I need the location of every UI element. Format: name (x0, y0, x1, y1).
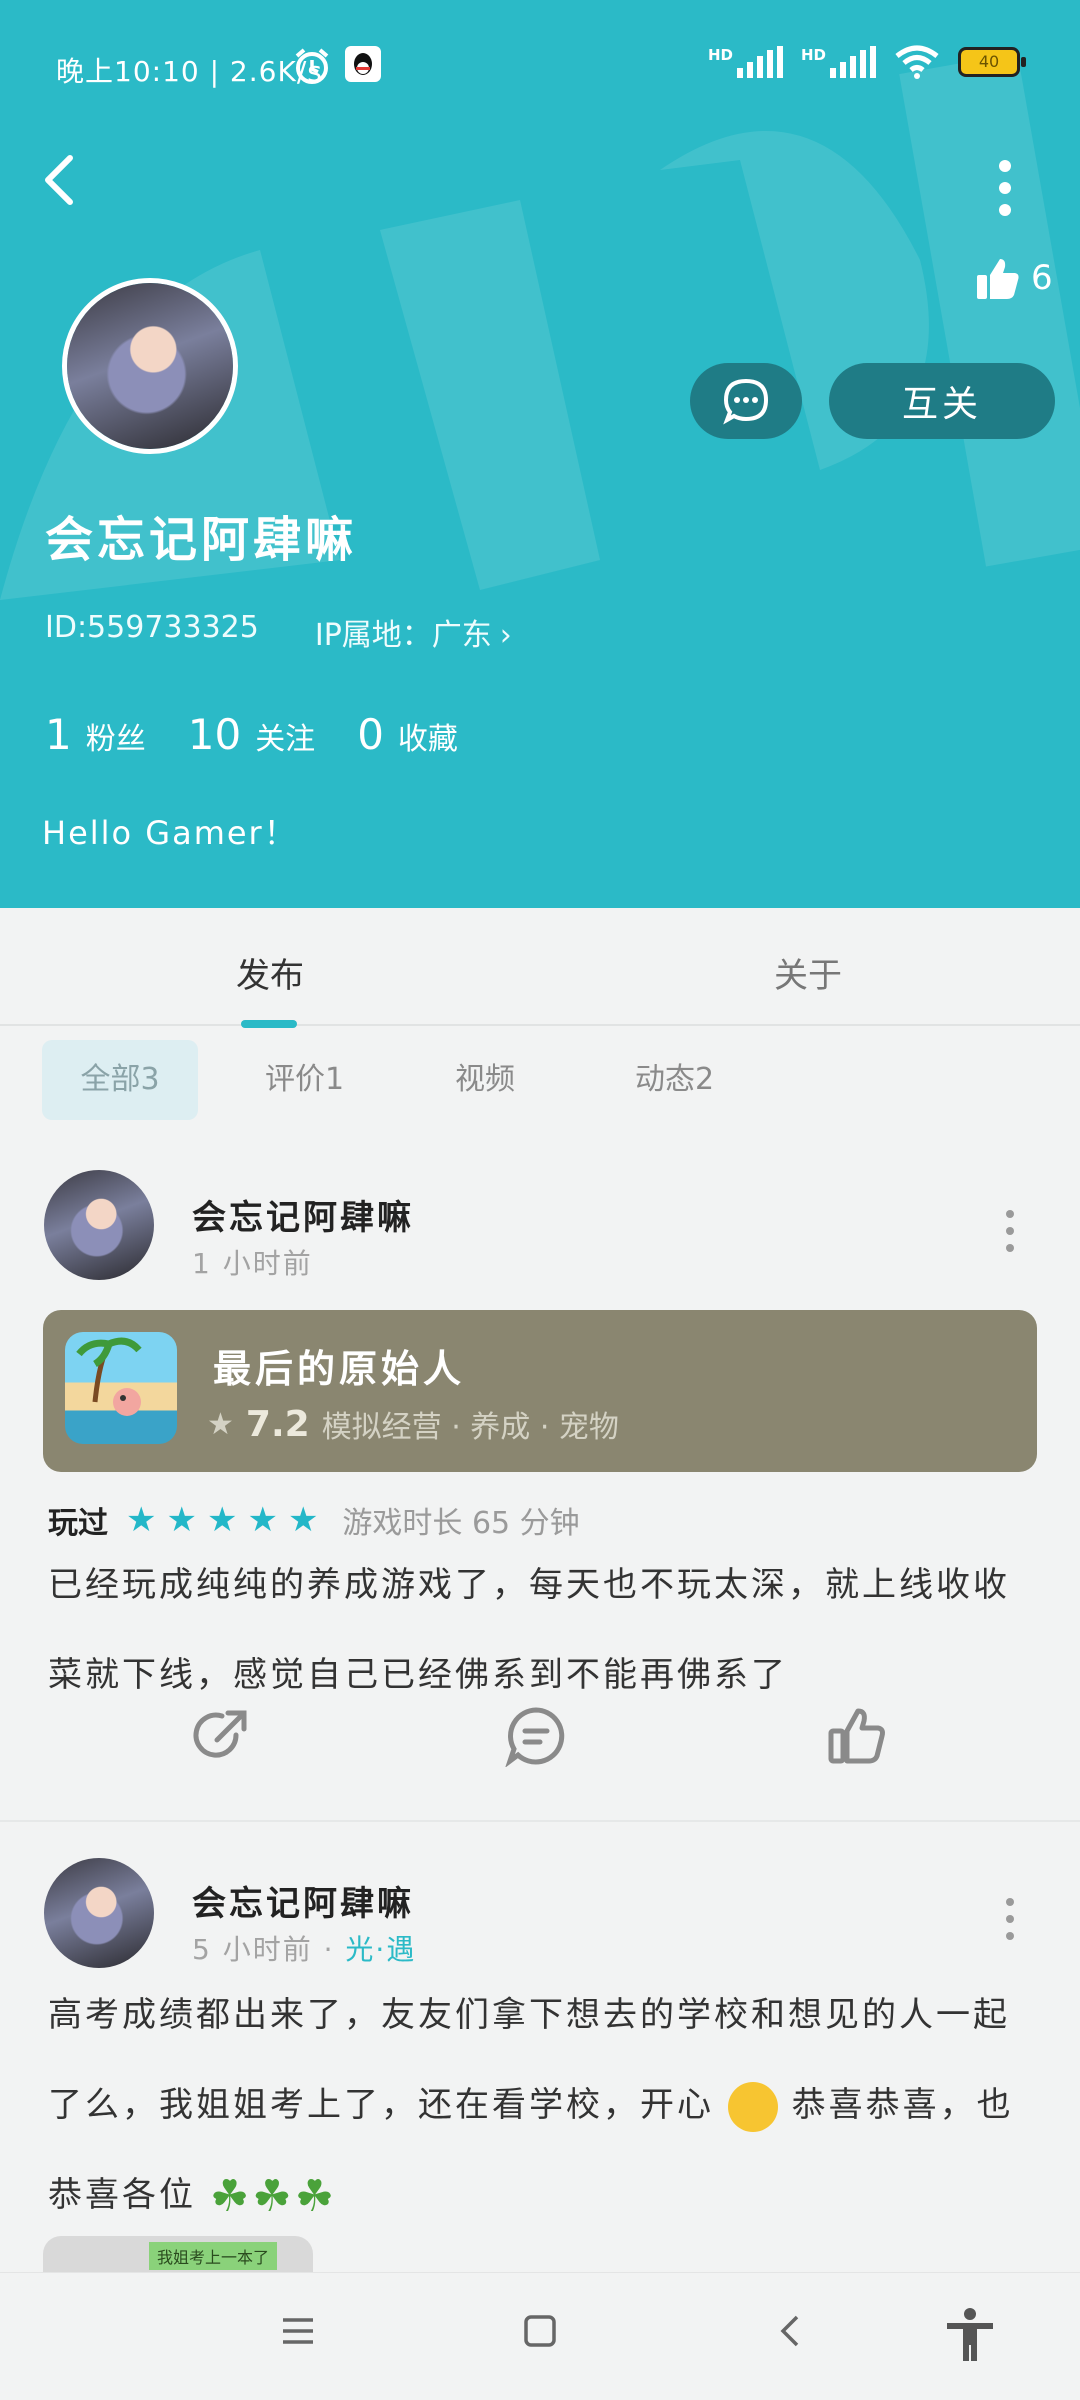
post-body: 已经玩成纯纯的养成游戏了，每天也不玩太深，就上线收收菜就下线，感觉自己已经佛系到… (48, 1565, 1010, 1695)
game-score: 7.2 (245, 1403, 310, 1445)
profile-stats: 1 粉丝 10 关注 0 收藏 (45, 710, 458, 759)
ip-location-link[interactable]: IP属地：广东 › (315, 610, 512, 654)
game-icon (65, 1332, 177, 1444)
qq-notification-icon (345, 46, 381, 82)
post-author[interactable]: 会忘记阿肆嘛 (192, 1190, 414, 1239)
chevron-left-icon (45, 155, 73, 205)
smile-emoji-icon (727, 2081, 778, 2132)
star-icon: ★ (207, 1406, 234, 1442)
accessibility-icon (947, 2308, 993, 2361)
chevron-left-icon (780, 2315, 799, 2347)
post-more-button[interactable] (1006, 1898, 1016, 1949)
clover-emoji-icon: ☘ (294, 2170, 338, 2222)
game-tags: 模拟经营 · 养成 · 宠物 (321, 1410, 619, 1445)
status-right: HD HD 40 (708, 44, 1026, 80)
recent-apps-button[interactable] (280, 2313, 316, 2353)
system-nav-bar (0, 2272, 1080, 2400)
post-time: 5 小时前 · (192, 1933, 346, 1966)
image-caption: 我姐考上一本了 (149, 2242, 278, 2270)
alarm-icon (295, 48, 329, 84)
filter-reviews[interactable]: 评价1 (265, 1040, 344, 1120)
rating-row: 玩过 ★ ★ ★ ★ ★ 游戏时长 65 分钟 (48, 1498, 580, 1542)
battery-icon: 40 (958, 47, 1026, 77)
profile-header: 晚上10:10 | 2.6K/s HD HD 40 6 互关 会忘记阿肆嘛 ID… (0, 0, 1080, 908)
profile-bio: Hello Gamer！ (42, 814, 298, 852)
more-vertical-icon (1006, 1210, 1014, 1218)
game-card[interactable]: 最后的原始人 ★ 7.2 模拟经营 · 养成 · 宠物 (43, 1310, 1037, 1472)
profile-likes[interactable]: 6 (975, 255, 1053, 301)
stat-favorites[interactable]: 0 收藏 (357, 710, 458, 759)
comment-icon (505, 1707, 565, 1768)
mutual-follow-button[interactable]: 互关 (829, 363, 1055, 439)
clover-emoji-icon: ☘ (209, 2170, 253, 2222)
thumbs-up-icon (977, 259, 1019, 299)
star-icon: ★ (206, 1500, 238, 1540)
filter-all[interactable]: 全部3 (42, 1040, 198, 1120)
profile-avatar[interactable] (62, 278, 238, 454)
signal-1-icon: HD (708, 46, 783, 78)
back-button[interactable] (40, 150, 80, 210)
post-body: 高考成绩都出来了，友友们拿下想去的学校和想见的人一起了么，我姐姐考上了，还在看学… (48, 1970, 1033, 2242)
wifi-icon (895, 45, 939, 79)
share-icon (193, 1710, 247, 1758)
comment-button[interactable] (505, 1705, 567, 1771)
chevron-right-icon: › (499, 618, 512, 653)
filter-moments[interactable]: 动态2 (635, 1040, 714, 1120)
menu-icon (283, 2318, 313, 2344)
playtime: 游戏时长 65 分钟 (342, 1506, 580, 1541)
star-icon: ★ (287, 1500, 319, 1540)
profile-tabs: 发布 关于 (0, 908, 1080, 1028)
status-time: 晚上10:10 | 2.6K/s (56, 55, 323, 88)
star-icon: ★ (126, 1500, 157, 1540)
profile-id-line: ID:559733325 IP属地：广东 › (45, 610, 512, 654)
background-watermark (0, 53, 1080, 600)
post-more-button[interactable] (1006, 1210, 1016, 1261)
star-icon: ★ (166, 1500, 197, 1540)
signal-2-icon: HD (801, 46, 876, 78)
post-time-row: 5 小时前 · 光·遇 (192, 1928, 416, 1968)
post-time: 1 小时前 (192, 1247, 313, 1280)
post-author[interactable]: 会忘记阿肆嘛 (192, 1876, 414, 1925)
game-title: 最后的原始人 (213, 1347, 466, 1391)
home-square-icon (524, 2315, 556, 2347)
likes-count: 6 (1031, 258, 1053, 298)
avatar[interactable] (44, 1858, 154, 1968)
post-actions (0, 1705, 1080, 1785)
share-button[interactable] (190, 1705, 252, 1771)
tab-indicator (241, 1020, 297, 1028)
stat-followers[interactable]: 1 粉丝 (45, 710, 146, 759)
tab-publish[interactable]: 发布 (236, 948, 304, 997)
filter-chips: 全部3 评价1 视频 动态2 (0, 1040, 1080, 1126)
user-id: ID:559733325 (45, 610, 259, 645)
tab-about[interactable]: 关于 (774, 948, 842, 997)
profile-nickname: 会忘记阿肆嘛 (45, 512, 358, 568)
game-tag-link[interactable]: 光·遇 (345, 1933, 416, 1966)
like-button[interactable] (826, 1705, 888, 1771)
game-meta: ★ 7.2 模拟经营 · 养成 · 宠物 (207, 1402, 619, 1446)
filter-videos[interactable]: 视频 (455, 1040, 515, 1120)
home-button[interactable] (522, 2313, 558, 2353)
thumbs-up-icon (828, 1708, 885, 1764)
more-vertical-icon (1006, 1898, 1014, 1906)
chat-bubble-icon (723, 378, 769, 425)
more-options-button[interactable] (990, 160, 1020, 216)
back-nav-button[interactable] (773, 2313, 809, 2353)
post-card[interactable]: 会忘记阿肆嘛 5 小时前 · 光·遇 高考成绩都出来了，友友们拿下想去的学校和想… (0, 1840, 1080, 2276)
accessibility-button[interactable] (944, 2307, 996, 2367)
clover-emoji-icon: ☘ (252, 2170, 295, 2222)
stat-following[interactable]: 10 关注 (188, 710, 315, 759)
star-icon: ★ (247, 1500, 278, 1540)
avatar[interactable] (44, 1170, 154, 1280)
post-image[interactable]: 我姐考上一本了 (43, 2236, 313, 2276)
status-bar: 晚上10:10 | 2.6K/s HD HD 40 (0, 40, 1080, 96)
post-card[interactable]: 会忘记阿肆嘛 1 小时前 最后的原始人 ★ 7.2 模拟经营 · 养成 · 宠物… (0, 1160, 1080, 1822)
message-button[interactable] (690, 363, 802, 439)
more-vertical-icon (999, 160, 1011, 172)
rating-label: 玩过 (48, 1506, 108, 1541)
